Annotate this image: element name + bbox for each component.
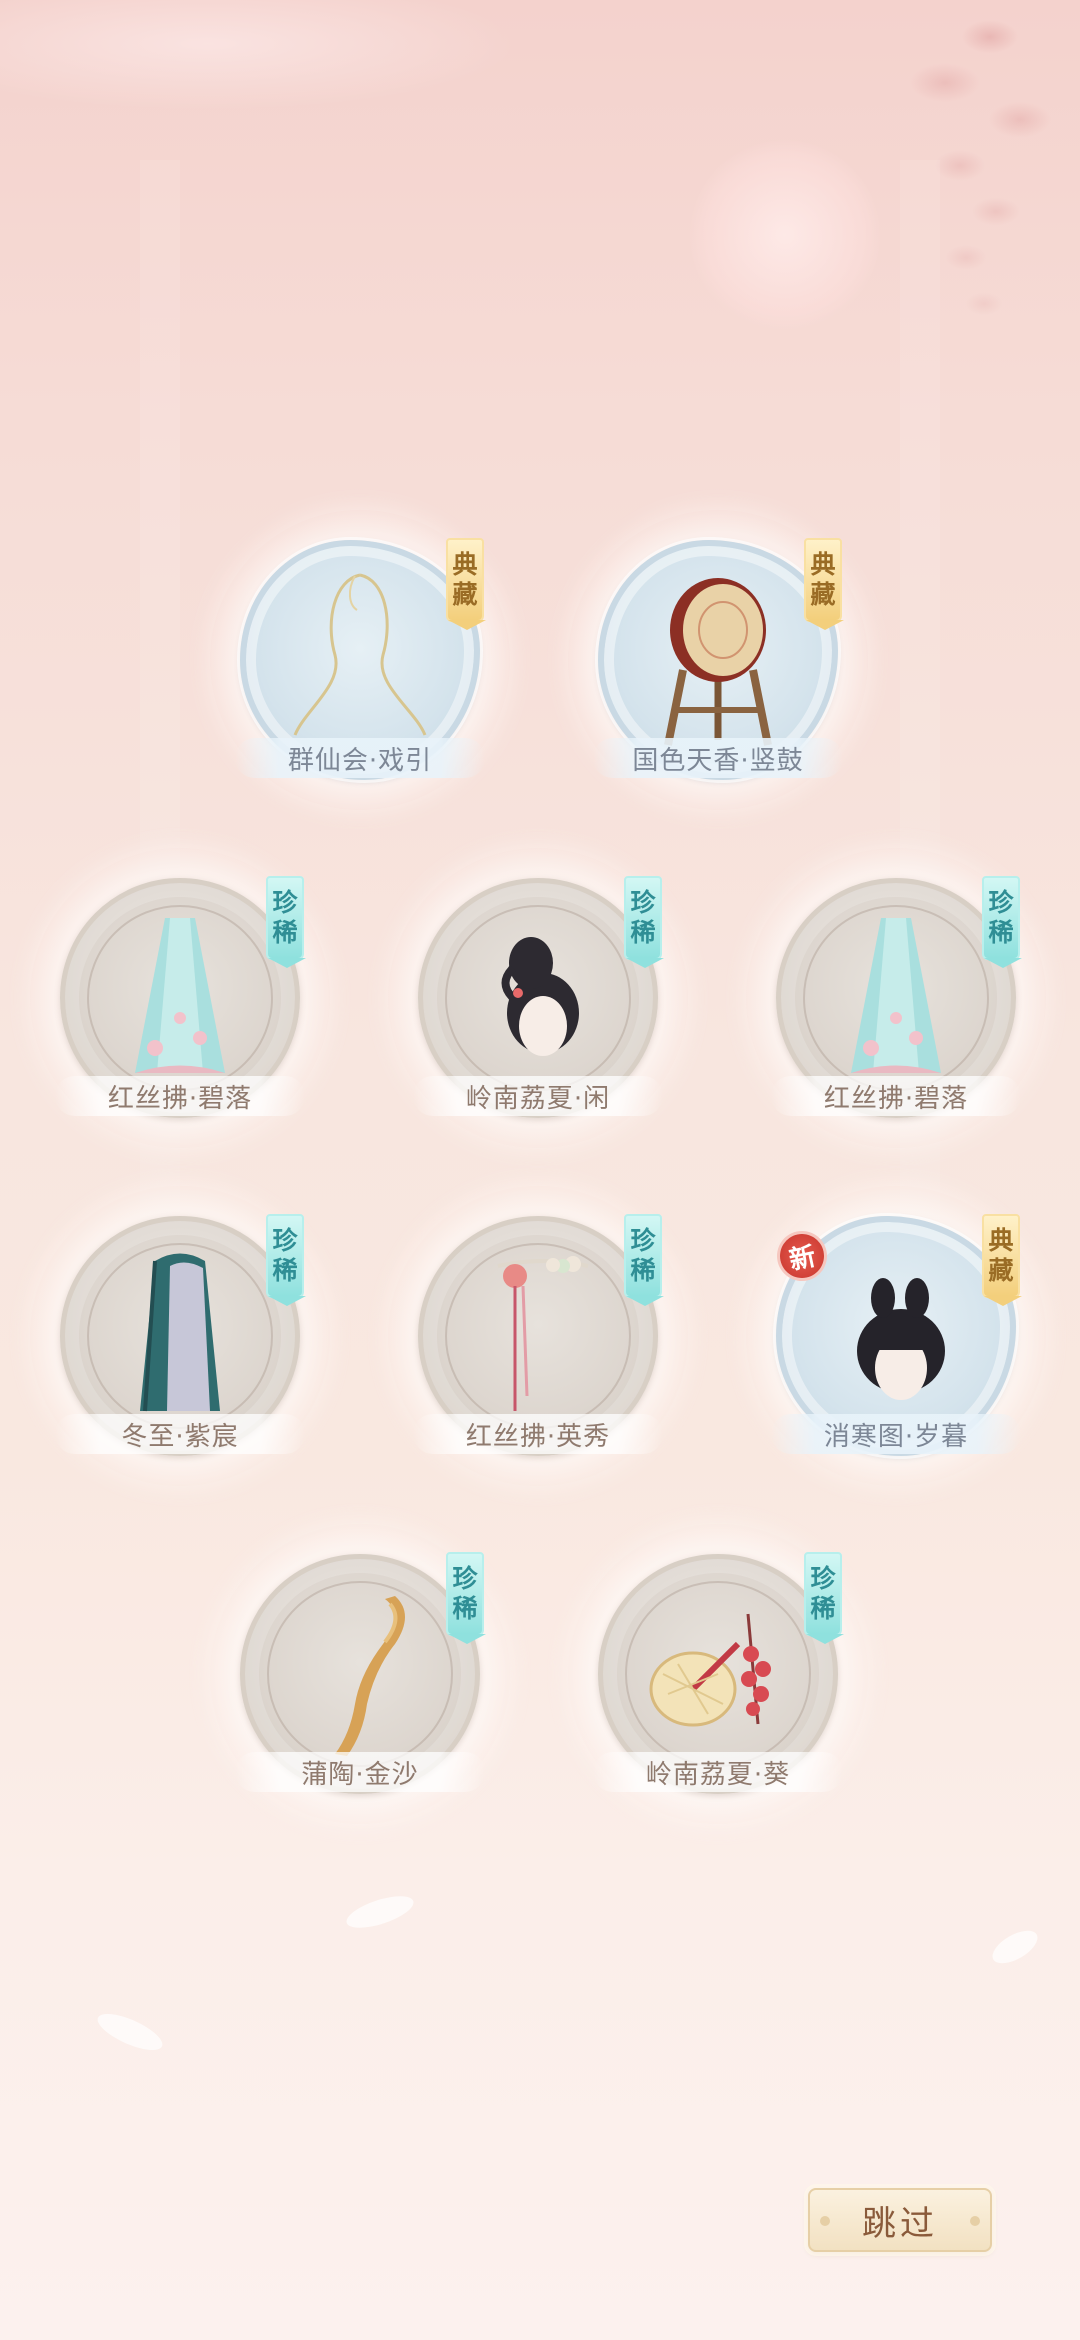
collection-badge: 典 藏: [446, 538, 486, 630]
background: [0, 0, 1080, 2340]
skirt-icon: [135, 918, 225, 1073]
item-name: 蒲陶·金沙: [235, 1752, 485, 1792]
item-name: 国色天香·竖鼓: [593, 738, 843, 778]
skirt-icon: [851, 918, 941, 1073]
reward-item[interactable]: 典 藏 群仙会·戏引: [210, 510, 510, 810]
petal-decoration: [343, 1889, 417, 1935]
reward-item[interactable]: 珍 稀 红丝拂·碧落: [30, 848, 330, 1148]
moon-decoration: [690, 140, 880, 330]
rare-badge: 珍 稀: [624, 1214, 664, 1306]
item-name: 红丝拂·碧落: [55, 1076, 305, 1116]
cloud-decoration: [0, 0, 520, 110]
wisteria-decoration: [780, 0, 1080, 460]
item-name: 岭南荔夏·葵: [593, 1752, 843, 1792]
rare-badge: 珍 稀: [982, 876, 1022, 968]
item-name: 岭南荔夏·闲: [413, 1076, 663, 1116]
rare-badge: 珍 稀: [804, 1552, 844, 1644]
reward-item[interactable]: 珍 稀 冬至·紫宸: [30, 1186, 330, 1486]
reward-item[interactable]: 珍 稀 红丝拂·碧落: [746, 848, 1046, 1148]
reward-item[interactable]: 珍 稀 岭南荔夏·葵: [568, 1524, 868, 1824]
item-name: 冬至·紫宸: [55, 1414, 305, 1454]
jewelry-chain-icon: [293, 573, 427, 736]
standing-drum-icon: [664, 578, 772, 746]
collection-badge: 典 藏: [982, 1214, 1022, 1306]
rare-badge: 珍 稀: [266, 1214, 306, 1306]
reward-item[interactable]: 新 典 藏 消寒图·岁暮: [746, 1186, 1046, 1486]
item-name: 群仙会·戏引: [235, 738, 485, 778]
petal-decoration: [987, 1924, 1043, 1970]
golden-ribbon-icon: [335, 1596, 405, 1756]
hairpin-icon: [497, 1256, 589, 1411]
fan-lychee-icon: [649, 1613, 771, 1727]
item-name: 消寒图·岁暮: [771, 1414, 1021, 1454]
hairstyle-icon: [857, 1278, 945, 1400]
collection-badge: 典 藏: [804, 538, 844, 630]
petal-decoration: [93, 2006, 167, 2058]
cloak-icon: [140, 1253, 220, 1412]
hairstyle-icon: [501, 937, 579, 1056]
reward-item[interactable]: 珍 稀 红丝拂·英秀: [388, 1186, 688, 1486]
rare-badge: 珍 稀: [624, 876, 664, 968]
rare-badge: 珍 稀: [446, 1552, 486, 1644]
item-name: 红丝拂·英秀: [413, 1414, 663, 1454]
rare-badge: 珍 稀: [266, 876, 306, 968]
reward-item[interactable]: 珍 稀 蒲陶·金沙: [210, 1524, 510, 1824]
reward-item[interactable]: 典 藏 国色天香·竖鼓: [568, 510, 868, 810]
reward-item[interactable]: 珍 稀 岭南荔夏·闲: [388, 848, 688, 1148]
skip-button[interactable]: 跳过: [808, 2188, 992, 2252]
item-name: 红丝拂·碧落: [771, 1076, 1021, 1116]
